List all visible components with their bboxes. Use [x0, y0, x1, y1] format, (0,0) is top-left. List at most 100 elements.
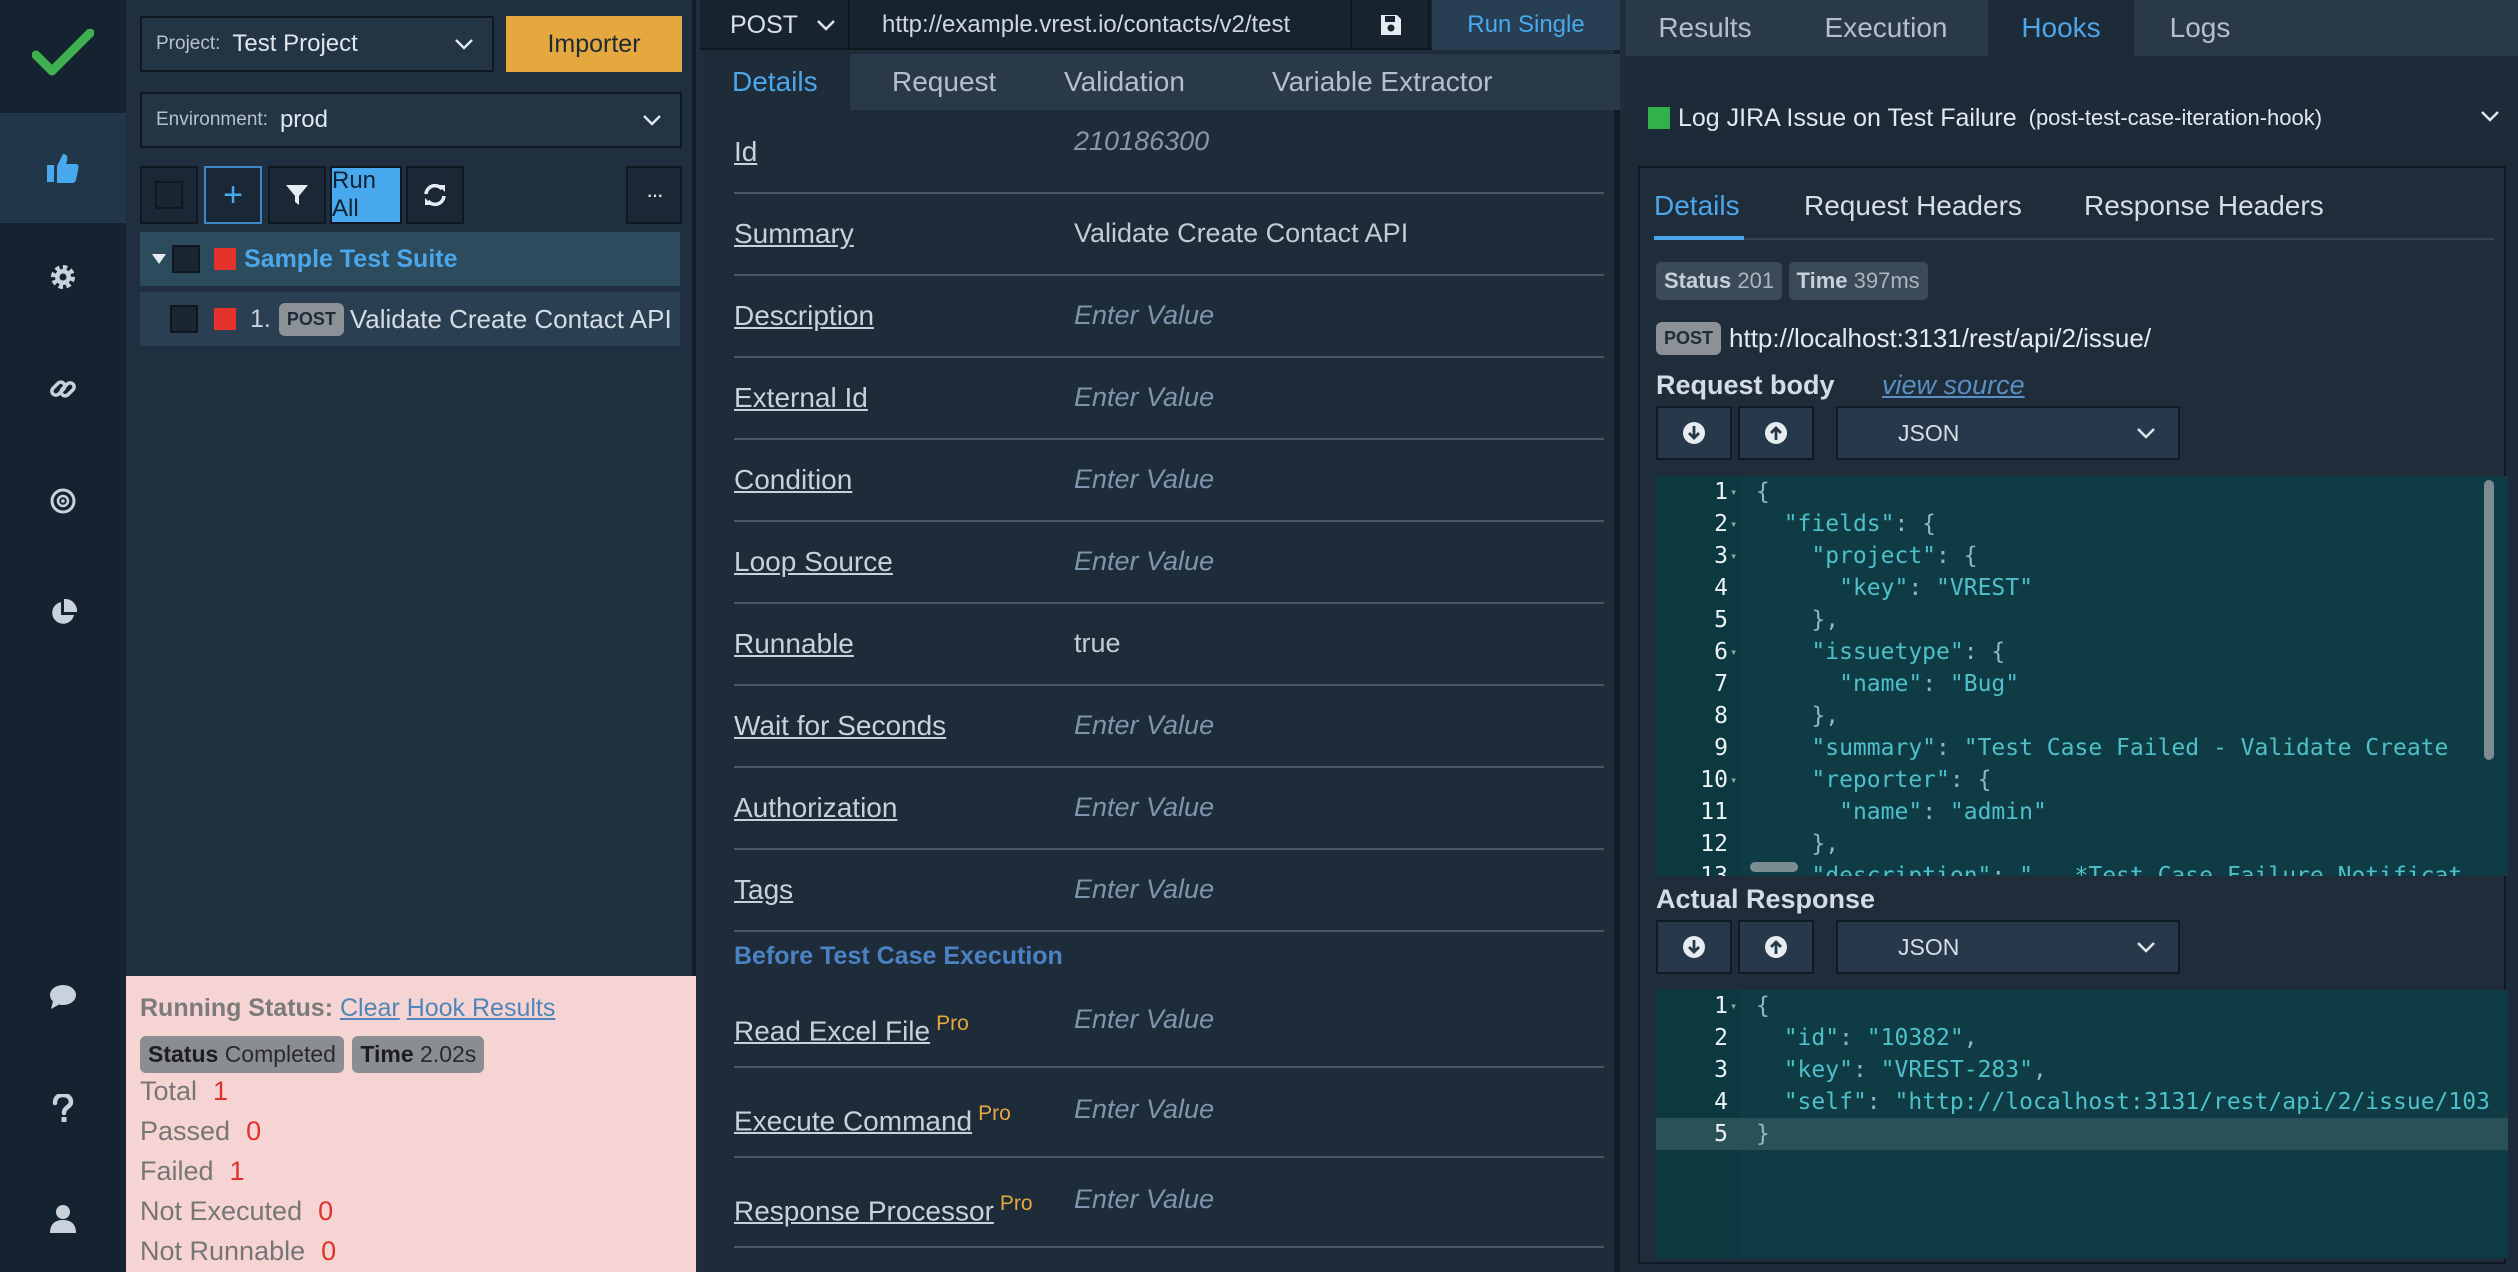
caret-down-icon[interactable] [152, 254, 166, 264]
code-text: "key": "VREST" [1839, 575, 2033, 601]
help-icon[interactable] [0, 1054, 126, 1164]
code-line[interactable]: 10 ▾ "reporter": { [1656, 764, 2508, 796]
suite-status-failed [214, 248, 236, 270]
horizontal-scrollbar[interactable] [1750, 862, 1798, 872]
link-icon[interactable] [0, 334, 126, 444]
fold-toggle-icon[interactable]: ▾ [1730, 764, 1737, 796]
target-icon[interactable] [0, 446, 126, 556]
request-body-format-select[interactable]: JSON [1836, 406, 2180, 460]
subtab-response-headers[interactable]: Response Headers [2084, 190, 2324, 222]
more-options-button[interactable]: ··· [626, 166, 682, 224]
test-case-name[interactable]: Validate Create Contact API [350, 304, 672, 335]
logo-check-icon[interactable] [0, 0, 126, 108]
url-input[interactable]: http://example.vrest.io/contacts/v2/test [852, 0, 1352, 50]
gear-icon[interactable] [0, 222, 126, 332]
suite-name[interactable]: Sample Test Suite [244, 245, 458, 274]
tab-hooks[interactable]: Hooks [1988, 0, 2134, 56]
importer-button[interactable]: Importer [506, 16, 682, 72]
field-authorization[interactable]: Authorization Enter Value [734, 768, 1604, 850]
tab-request[interactable]: Request [850, 54, 1022, 110]
field-condition[interactable]: Condition Enter Value [734, 440, 1604, 522]
suite-checkbox[interactable] [172, 245, 200, 273]
field-external-id[interactable]: External Id Enter Value [734, 358, 1604, 440]
fold-toggle-icon[interactable]: ▾ [1730, 990, 1737, 1022]
code-line[interactable]: 5} [1656, 1118, 2508, 1150]
code-line[interactable]: 12 }, [1656, 828, 2508, 860]
code-line[interactable]: 2 "id": "10382", [1656, 1022, 2508, 1054]
test-case-checkbox[interactable] [170, 305, 198, 333]
code-line[interactable]: 11 "name": "admin" [1656, 796, 2508, 828]
field-loop-source[interactable]: Loop Source Enter Value [734, 522, 1604, 604]
add-test-case-button[interactable]: + [204, 166, 262, 224]
tab-validation[interactable]: Validation [1022, 54, 1211, 110]
request-body-editor[interactable]: 1 ▾{2 ▾ "fields": {3 ▾ "project": {4 "key":… [1656, 476, 2508, 876]
save-button[interactable] [1354, 0, 1430, 50]
field-read-excel-file[interactable]: Read Excel File Pro Enter Value [734, 978, 1604, 1068]
thumbs-up-icon[interactable] [0, 113, 126, 223]
hook-status-passed [1648, 107, 1670, 129]
response-body-editor[interactable]: 1 ▾{2 "id": "10382", 3 "key": "VREST-283",… [1656, 990, 2508, 1258]
code-line[interactable]: 3 ▾ "project": { [1656, 540, 2508, 572]
expand-all-button[interactable] [1656, 406, 1732, 460]
line-number: 9 [1714, 735, 1728, 761]
code-line[interactable]: 4 "self": "http://localhost:3131/rest/ap… [1656, 1086, 2508, 1118]
field-description[interactable]: Description Enter Value [734, 276, 1604, 358]
code-line[interactable]: 4 "key": "VREST" [1656, 572, 2508, 604]
refresh-button[interactable] [406, 166, 464, 224]
chevron-down-icon [817, 20, 835, 31]
code-text: "name": "admin" [1839, 799, 2047, 825]
field-wait-for-seconds[interactable]: Wait for Seconds Enter Value [734, 686, 1604, 768]
fold-toggle-icon[interactable]: ▾ [1730, 636, 1737, 668]
field-response-processor[interactable]: Response Processor Pro Enter Value [734, 1158, 1604, 1248]
method-badge: POST [278, 302, 344, 336]
response-expand-all-button[interactable] [1656, 920, 1732, 974]
select-all-checkbox[interactable] [140, 166, 198, 224]
response-format-select[interactable]: JSON [1836, 920, 2180, 974]
field-runnable[interactable]: Runnable true [734, 604, 1604, 686]
filter-button[interactable] [268, 166, 326, 224]
hook-header[interactable]: Log JIRA Issue on Test Failure (post-tes… [1648, 98, 2322, 138]
view-source-link[interactable]: view source [1882, 370, 2025, 400]
chevron-down-icon[interactable] [2480, 110, 2500, 122]
code-line[interactable]: 2 ▾ "fields": { [1656, 508, 2508, 540]
subtab-request-headers[interactable]: Request Headers [1804, 190, 2022, 222]
code-line[interactable]: 6 ▾ "issuetype": { [1656, 636, 2508, 668]
line-number: 3 [1714, 543, 1728, 569]
environment-select[interactable]: Environment: prod [140, 92, 682, 148]
test-case-status-failed [214, 308, 236, 330]
tab-details[interactable]: Details [700, 54, 850, 110]
tab-results[interactable]: Results [1626, 0, 1784, 56]
code-line[interactable]: 9 "summary": "Test Case Failed - Validat… [1656, 732, 2508, 764]
code-line[interactable]: 1 ▾ { [1656, 990, 2508, 1022]
fold-toggle-icon[interactable]: ▾ [1730, 476, 1737, 508]
clear-link[interactable]: Clear [340, 994, 400, 1022]
field-summary[interactable]: Summary Validate Create Contact API [734, 194, 1604, 276]
hook-results-link[interactable]: Hook Results [407, 994, 556, 1022]
subtab-details[interactable]: Details [1654, 190, 1740, 222]
run-all-button[interactable]: Run All [330, 166, 402, 224]
run-single-button[interactable]: Run Single [1432, 0, 1620, 50]
method-select[interactable]: POST [700, 0, 850, 50]
code-line[interactable]: 8 }, [1656, 700, 2508, 732]
tab-execution[interactable]: Execution [1784, 0, 1988, 56]
field-tags[interactable]: Tags Enter Value [734, 850, 1604, 932]
project-select[interactable]: Project: Test Project [140, 16, 494, 72]
code-line[interactable]: 5 }, [1656, 604, 2508, 636]
tab-variable-extractor[interactable]: Variable Extractor [1230, 54, 1518, 110]
test-suite-row[interactable]: Sample Test Suite [140, 232, 680, 286]
code-text: "fields": { [1783, 511, 1937, 537]
test-case-row[interactable]: 1. POST Validate Create Contact API [140, 292, 680, 346]
fold-toggle-icon[interactable]: ▾ [1730, 508, 1737, 540]
pie-chart-icon[interactable] [0, 558, 126, 668]
collapse-all-button[interactable] [1738, 406, 1814, 460]
fold-toggle-icon[interactable]: ▾ [1730, 540, 1737, 572]
response-collapse-all-button[interactable] [1738, 920, 1814, 974]
code-line[interactable]: 1 ▾ { [1656, 476, 2508, 508]
field-execute-command[interactable]: Execute Command Pro Enter Value [734, 1068, 1604, 1158]
chat-icon[interactable] [0, 942, 126, 1052]
user-icon[interactable] [0, 1164, 126, 1272]
code-line[interactable]: 7 "name": "Bug" [1656, 668, 2508, 700]
tab-logs[interactable]: Logs [2134, 0, 2266, 56]
code-line[interactable]: 3 "key": "VREST-283", [1656, 1054, 2508, 1086]
vertical-scrollbar[interactable] [2484, 480, 2494, 760]
